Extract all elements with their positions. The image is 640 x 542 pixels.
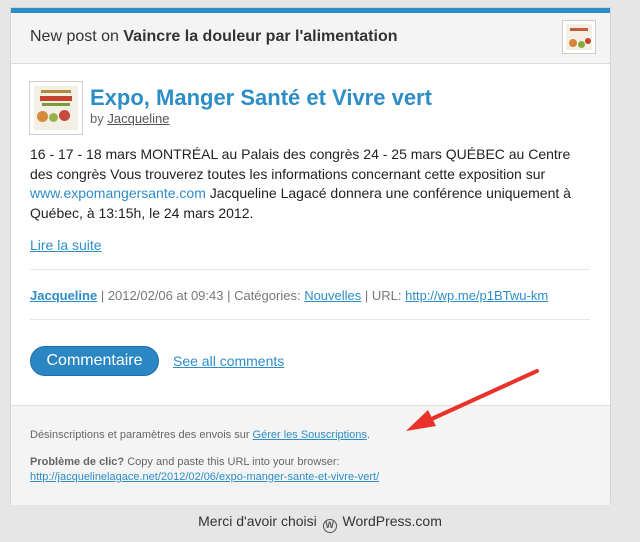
category-link[interactable]: Nouvelles: [304, 288, 361, 303]
post-thumbnail-image: [34, 86, 78, 130]
click-problem: Problème de clic? Copy and paste this UR…: [30, 455, 379, 485]
short-url-link[interactable]: http://wp.me/p1BTwu-km: [405, 288, 548, 303]
read-more-link[interactable]: Lire la suite: [30, 237, 102, 253]
comment-button[interactable]: Commentaire: [30, 346, 159, 376]
blog-thumbnail-image: [566, 24, 592, 50]
wordpress-logo-icon: W: [322, 519, 337, 533]
post-url-link[interactable]: http://jacquelinelagace.net/2012/02/06/e…: [30, 471, 379, 483]
expo-site-link[interactable]: www.expomangersante.com: [30, 185, 206, 201]
email-footer: Désinscriptions et paramètres des envois…: [11, 405, 610, 505]
thanks-text: Merci d'avoir choisi: [198, 513, 317, 529]
divider: [30, 269, 590, 270]
see-all-comments-link[interactable]: See all comments: [173, 353, 284, 369]
post-meta: Jacqueline | 2012/02/06 at 09:43 | Catég…: [30, 288, 548, 303]
url-label: | URL:: [364, 288, 402, 303]
post-title-link[interactable]: Expo, Manger Santé et Vivre vert: [90, 85, 432, 111]
unsubscribe-text: Désinscriptions et paramètres des envois…: [30, 429, 250, 441]
meta-date: | 2012/02/06 at 09:43 | Catégories:: [100, 288, 301, 303]
problem-text: Copy and paste this URL into your browse…: [127, 456, 340, 468]
excerpt-text: 16 - 17 - 18 mars MONTRÉAL au Palais des…: [30, 146, 571, 182]
thanks-line: Merci d'avoir choisi W WordPress.com: [0, 513, 640, 533]
wordpress-brand[interactable]: WordPress.com: [343, 513, 442, 529]
email-card: New post on Vaincre la douleur par l'ali…: [11, 8, 610, 505]
post-thumbnail[interactable]: [29, 81, 83, 135]
post-excerpt: 16 - 17 - 18 mars MONTRÉAL au Palais des…: [30, 145, 595, 223]
unsubscribe-period: .: [366, 429, 370, 441]
manage-subscriptions-link[interactable]: Gérer les Souscriptions: [253, 429, 367, 441]
blog-thumbnail[interactable]: [562, 20, 596, 54]
header-title: New post on Vaincre la douleur par l'ali…: [30, 28, 398, 46]
byline: by Jacqueline: [90, 111, 170, 126]
unsubscribe-line: Désinscriptions et paramètres des envois…: [30, 429, 370, 441]
divider: [30, 319, 590, 320]
blog-name[interactable]: Vaincre la douleur par l'alimentation: [123, 28, 397, 45]
byline-author-link[interactable]: Jacqueline: [107, 111, 169, 126]
problem-label: Problème de clic?: [30, 456, 125, 468]
by-label: by: [90, 111, 104, 126]
email-header: New post on Vaincre la douleur par l'ali…: [11, 13, 610, 64]
header-prefix: New post on: [30, 28, 119, 45]
meta-author-link[interactable]: Jacqueline: [30, 288, 97, 303]
